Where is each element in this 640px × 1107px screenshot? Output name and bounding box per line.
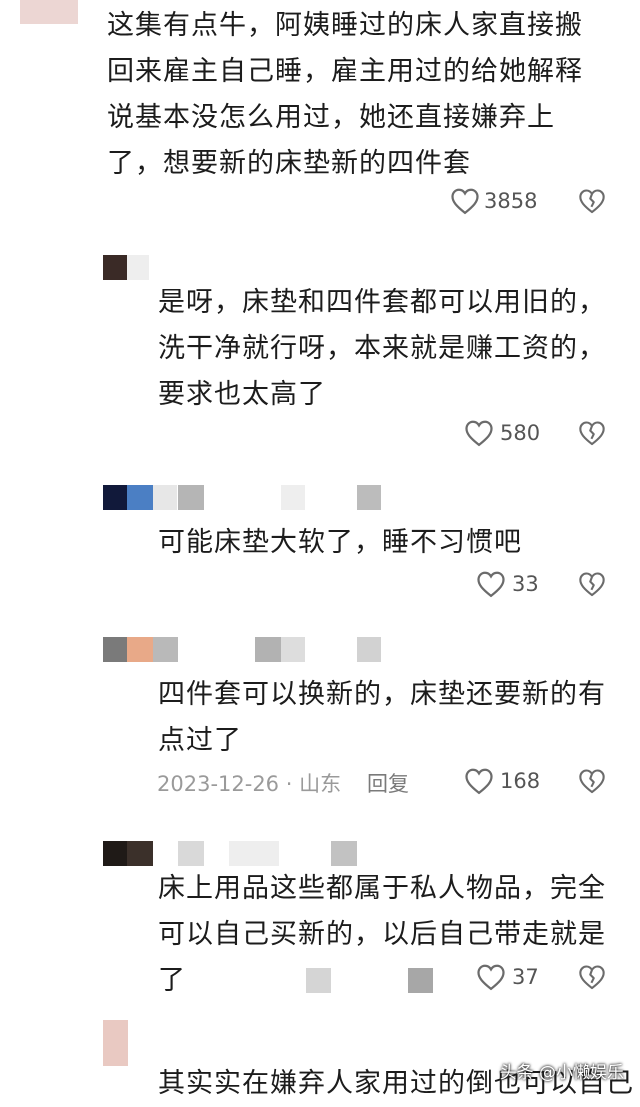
avatar-blurred (103, 255, 127, 280)
like-button[interactable]: 580 (464, 418, 540, 448)
username-blurred (357, 485, 381, 510)
heart-icon (451, 188, 479, 215)
username-blurred (127, 841, 153, 866)
like-button[interactable]: 37 (476, 962, 539, 992)
broken-heart-icon (579, 965, 605, 990)
avatar-blurred (103, 637, 127, 662)
username-blurred (229, 841, 279, 866)
like-button[interactable]: 168 (464, 766, 540, 796)
username-blurred (153, 485, 177, 510)
like-button[interactable]: 3858 (450, 186, 537, 216)
avatar-blurred (103, 841, 127, 866)
dislike-button[interactable] (578, 963, 606, 991)
comment-date-location: 2023-12-26 · 山东 (157, 772, 342, 796)
dislike-button[interactable] (578, 419, 606, 447)
broken-heart-icon (579, 189, 605, 214)
comment-text: 是呀，床垫和四件套都可以用旧的，洗干净就行呀，本来就是赚工资的，要求也太高了 (158, 287, 606, 410)
username-blurred (127, 485, 153, 510)
broken-heart-icon (579, 769, 605, 794)
heart-icon (465, 768, 493, 795)
heart-icon (477, 964, 505, 991)
broken-heart-icon (579, 421, 605, 446)
reply-button[interactable]: 回复 (367, 768, 409, 798)
avatar-blurred (20, 0, 78, 24)
username-blurred (178, 841, 204, 866)
username-blurred (357, 637, 381, 662)
like-count: 168 (500, 769, 541, 793)
dislike-button[interactable] (578, 187, 606, 215)
heart-icon (477, 571, 505, 598)
heart-icon (465, 420, 493, 447)
like-count: 580 (500, 421, 541, 445)
like-count: 3858 (484, 189, 538, 213)
watermark: 头条 @小懒娱乐 (499, 1063, 624, 1083)
username-blurred (281, 637, 305, 662)
comment-text: 这集有点牛，阿姨睡过的床人家直接搬回来雇主自己睡，雇主用过的给她解释说基本没怎么… (107, 10, 583, 179)
username-blurred (331, 841, 357, 866)
comment-text: 四件套可以换新的，床垫还要新的有点过了 (158, 679, 606, 756)
username-blurred (281, 485, 305, 510)
meta-blurred (408, 968, 433, 993)
username-blurred (178, 485, 204, 510)
comment-text: 可能床垫大软了，睡不习惯吧 (158, 527, 522, 558)
username-blurred (255, 637, 281, 662)
comment-text: 床上用品这些都属于私人物品，完全可以自己买新的，以后自己带走就是了 (158, 873, 606, 996)
username-blurred (153, 637, 178, 662)
username-blurred (127, 637, 153, 662)
username-blurred (127, 255, 149, 280)
avatar-blurred (103, 1020, 128, 1066)
like-button[interactable]: 33 (476, 569, 539, 599)
dislike-button[interactable] (578, 570, 606, 598)
broken-heart-icon (579, 572, 605, 597)
dislike-button[interactable] (578, 767, 606, 795)
like-count: 37 (512, 965, 539, 989)
meta-blurred (306, 968, 331, 993)
avatar-blurred (103, 485, 127, 510)
like-count: 33 (512, 572, 539, 596)
